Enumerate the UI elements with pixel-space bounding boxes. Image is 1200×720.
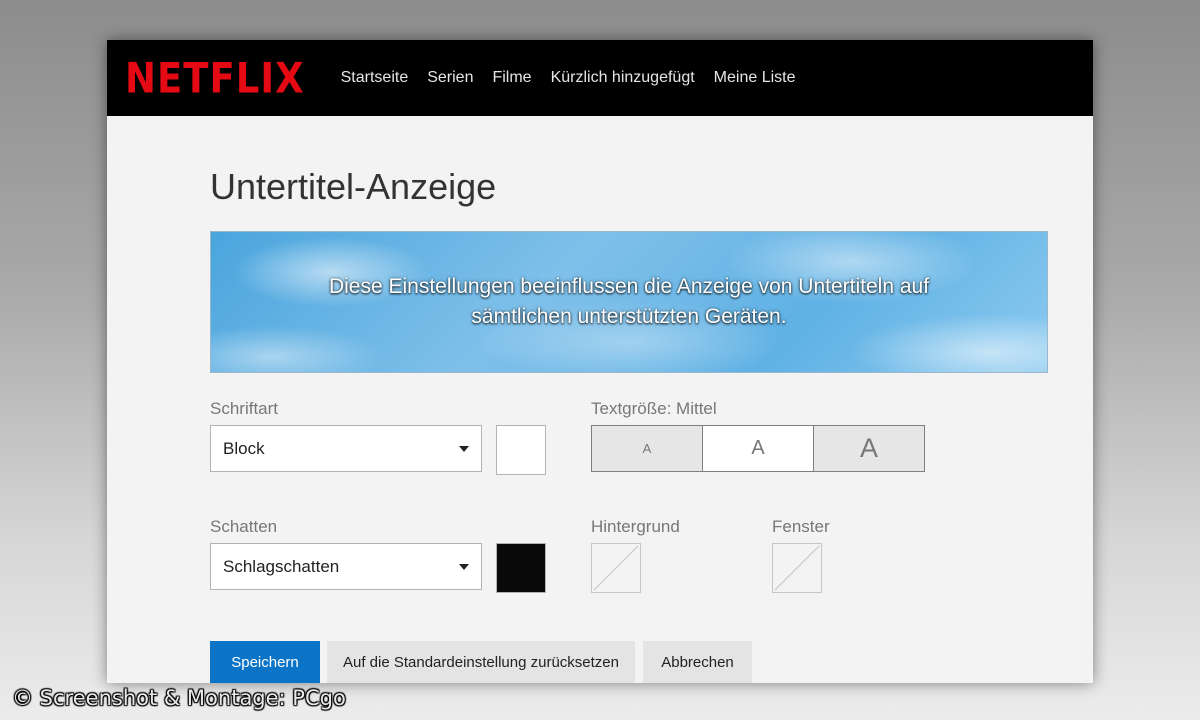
background-color-swatch[interactable] [591,543,641,593]
netflix-logo[interactable]: NETFLIX [125,54,305,102]
banner-text: Diese Einstellungen beeinflussen die Anz… [328,275,930,328]
cancel-button[interactable]: Abbrechen [643,641,752,683]
reset-defaults-button[interactable]: Auf die Standardeinstellung zurücksetzen [327,641,635,683]
font-select[interactable]: Block [210,425,482,472]
nav-kuerzlich-hinzugefuegt[interactable]: Kürzlich hinzugefügt [551,69,695,87]
text-size-small[interactable]: A [592,426,703,471]
nav-startseite[interactable]: Startseite [341,69,409,87]
nav-meine-liste[interactable]: Meine Liste [714,69,796,87]
chevron-down-icon [459,446,469,452]
main-nav: Startseite Serien Filme Kürzlich hinzuge… [341,69,815,87]
shadow-select-value: Schlagschatten [223,557,340,576]
shadow-select[interactable]: Schlagschatten [210,543,482,590]
copyright-watermark: © Screenshot & Montage: PCgo [12,686,346,710]
no-color-icon [774,545,820,591]
text-size-large[interactable]: A [814,426,924,471]
shadow-label: Schatten [210,517,278,536]
no-color-icon [593,545,639,591]
window-color-swatch[interactable] [772,543,822,593]
font-select-value: Block [223,439,265,458]
text-size-medium[interactable]: A [703,426,814,471]
shadow-color-swatch[interactable] [496,543,546,593]
page-title: Untertitel-Anzeige [210,166,497,207]
text-size-label: Textgröße: Mittel [591,399,717,418]
chevron-down-icon [459,564,469,570]
font-color-swatch[interactable] [496,425,546,475]
save-button[interactable]: Speichern [210,641,320,683]
nav-serien[interactable]: Serien [427,69,473,87]
text-size-selector: A A A [591,425,925,472]
window-label: Fenster [772,517,830,536]
subtitle-preview-banner: Diese Einstellungen beeinflussen die Anz… [210,231,1048,373]
top-navigation-bar: NETFLIX Startseite Serien Filme Kürzlich… [107,40,1093,116]
background-label: Hintergrund [591,517,680,536]
nav-filme[interactable]: Filme [492,69,531,87]
netflix-window: NETFLIX Startseite Serien Filme Kürzlich… [107,40,1093,683]
font-label: Schriftart [210,399,279,418]
